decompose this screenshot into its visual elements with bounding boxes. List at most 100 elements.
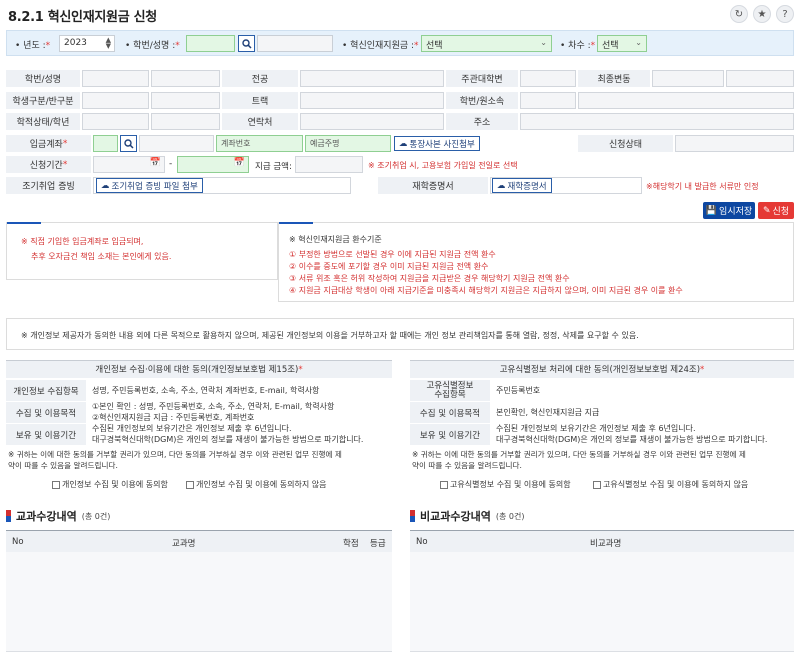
grant-label: • 혁신인재지원금 :* xyxy=(342,41,419,51)
courses-table-header xyxy=(6,530,392,552)
consent-left-purpose-line: ①본인 확인 : 성명, 주민등록번호, 소속, 주소, 연락처, E-mail… xyxy=(92,402,335,411)
courses-table-body xyxy=(6,552,392,652)
checkbox-icon[interactable] xyxy=(186,480,194,489)
student-search-button[interactable] xyxy=(238,35,255,52)
courses-col-name: 교과명 xyxy=(172,539,196,549)
consent-left-items-value: 성명, 주민등록번호, 소속, 주소, 연락처 계좌번호, E-mail, 학력… xyxy=(92,386,320,395)
consent-left-period-label: 보유 및 이용기간 xyxy=(6,424,86,446)
help-icon[interactable]: ? xyxy=(776,5,794,23)
header-actions: ↻ ★ ? xyxy=(730,5,794,23)
privacy-notice-text: ※ 개인정보 제공자가 동의한 내용 외에 다른 목적으로 활용하지 않으며, … xyxy=(21,331,639,340)
label-major: 전공 xyxy=(222,70,298,87)
apply-button[interactable]: ✎ 신청 xyxy=(758,202,794,219)
bank-name-field xyxy=(139,135,214,152)
year-label: • 년도 :* xyxy=(15,41,51,51)
deposit-notice: ※ 직접 기입한 입금계좌로 입금되며, 추후 오자금건 책임 소재는 본인에게… xyxy=(6,222,278,280)
consent-left-disagree-checkbox[interactable]: 개인정보 수집 및 이용에 동의하지 않음 xyxy=(186,479,326,490)
account-holder-input[interactable]: 예금주명 xyxy=(305,135,391,152)
section-marker-icon xyxy=(6,510,11,522)
chevron-down-icon: ⌄ xyxy=(540,38,547,47)
consent-right-items-label: 고유식별정보 수집항목 xyxy=(410,380,490,402)
period-end-input[interactable]: 📅 xyxy=(177,156,249,173)
consent-left-note: 약이 따를 수 있음을 알려드립니다. xyxy=(8,461,118,470)
label-contact: 연락처 xyxy=(222,113,298,130)
consent-left-note: ※ 귀하는 이에 대한 동의를 거부할 권리가 있으며, 다만 동의를 거부하실… xyxy=(8,450,342,459)
search-icon xyxy=(123,138,134,149)
consent-right-disagree-checkbox[interactable]: 고유식별정보 수집 및 이용에 동의하지 않음 xyxy=(593,479,748,490)
consent-right-agree-checkbox[interactable]: 고유식별정보 수집 및 이용에 동의함 xyxy=(440,479,571,490)
courses-col-credit: 학점 xyxy=(343,539,359,549)
dept-value-2 xyxy=(578,92,794,109)
notice-accent xyxy=(7,222,41,224)
cloud-upload-icon: ☁ xyxy=(101,180,110,191)
noncourses-count: (총 0건) xyxy=(495,511,525,521)
consent-left-period-line: 수집된 개인정보의 보유기간은 개인정보 제출 후 6년입니다. xyxy=(92,424,292,433)
address-value xyxy=(520,113,794,130)
courses-col-no: No xyxy=(12,537,24,547)
consent-right-note: ※ 귀하는 이에 대한 동의를 거부할 권리가 있으며, 다만 동의를 거부하실… xyxy=(412,450,746,459)
bankbook-upload-button[interactable]: ☁ 통장사본 사진첨부 xyxy=(394,136,480,151)
cloud-upload-icon: ☁ xyxy=(399,138,408,149)
label-apply-status: 신청상태 xyxy=(578,135,673,152)
search-bar: • 년도 :* 2023 ▲ ▼ • 학번/성명 :* • 혁신인재지원금 :* 선… xyxy=(6,30,794,56)
period-separator: - xyxy=(169,159,173,169)
consent-right-purpose-label: 수집 및 이용목적 xyxy=(410,402,490,424)
deposit-notice-line: ※ 직접 기입한 입금계좌로 입금되며, xyxy=(21,237,144,246)
student-id-name-value xyxy=(82,70,149,87)
consent-right-items-value: 주민등록번호 xyxy=(496,386,541,395)
consent-left-agree-checkbox[interactable]: 개인정보 수집 및 이용에 동의함 xyxy=(52,479,168,490)
employment-warning: ※ 조기취업 시, 고용보험 가입일 전일로 선택 xyxy=(368,161,518,170)
pencil-icon: ✎ xyxy=(762,205,771,216)
courses-count: (총 0건) xyxy=(81,511,111,521)
refresh-icon[interactable]: ↻ xyxy=(730,5,748,23)
grant-select[interactable]: 선택 ⌄ xyxy=(421,35,552,52)
consent-right-period-line: 수집된 개인정보의 보유기간은 개인정보 제출 후 6년입니다. xyxy=(496,424,696,433)
period-start-input[interactable]: 📅 xyxy=(93,156,165,173)
star-icon[interactable]: ★ xyxy=(753,5,771,23)
consent-left-purpose-label: 수집 및 이용목적 xyxy=(6,402,86,424)
year-stepper[interactable]: 2023 ▲ ▼ xyxy=(59,35,115,52)
bank-search-button[interactable] xyxy=(120,135,137,152)
checkbox-icon[interactable] xyxy=(52,480,60,489)
refund-criteria-line: ③ 서류 위조 혹은 허위 작성하여 지원금을 지급받은 경우 해당학기 지원금… xyxy=(289,274,570,283)
calendar-icon[interactable]: 📅 xyxy=(234,158,245,168)
label-main-major: 주관대학변 xyxy=(446,70,518,87)
temp-save-button[interactable]: 💾 임시저장 xyxy=(703,202,755,219)
label-account: 입금계좌 * xyxy=(6,135,91,152)
consent-right-period-line: 대구경북혁신대학(DGM)은 개인의 정보를 재생이 불가능한 방법으로 파기합… xyxy=(496,435,768,444)
early-proof-upload-button[interactable]: ☁ 조기취업 증빙 파일 첨부 xyxy=(96,178,203,193)
notice-accent xyxy=(279,222,313,224)
enroll-cert-upload-button[interactable]: ☁ 재학증명서 xyxy=(492,178,552,193)
consent-left-items-label: 개인정보 수집항목 xyxy=(6,380,86,402)
calendar-icon[interactable]: 📅 xyxy=(150,158,161,168)
save-icon: 💾 xyxy=(705,205,718,216)
checkbox-icon[interactable] xyxy=(440,480,448,489)
account-number-input[interactable]: 계좌번호 xyxy=(216,135,303,152)
consent-left-period-line: 대구경북혁신대학(DGM)은 개인의 정보를 재생이 불가능한 방법으로 파기합… xyxy=(92,435,364,444)
chevron-down-icon: ⌄ xyxy=(635,38,642,47)
bank-code-input[interactable] xyxy=(93,135,118,152)
major-value xyxy=(300,70,444,87)
consent-right-title: 고유식별정보 처리에 대한 동의(개인정보보호법 제24조)* xyxy=(410,360,794,378)
noncourses-col-no: No xyxy=(416,537,428,547)
noncourses-table-body xyxy=(410,552,794,652)
page-title: 8.2.1 혁신인재지원금 신청 xyxy=(8,10,157,25)
last-change-value xyxy=(652,70,724,87)
refund-criteria-notice: ※ 혁신인재지원금 환수기준 ① 부정한 방법으로 선발된 경우 이에 지급된 … xyxy=(278,222,794,302)
courses-section-title: 교과수강내역 (총 0건) xyxy=(6,508,110,524)
track-value xyxy=(300,92,444,109)
refund-criteria-line: ④ 지원금 지급대상 학생이 아래 지급기준을 미충족시 해당학기 지원금은 지… xyxy=(289,286,683,295)
student-id-input[interactable] xyxy=(186,35,235,52)
student-type-value xyxy=(82,92,149,109)
student-type-value-2 xyxy=(151,92,220,109)
enroll-warning: ※해당학기 내 발급한 서류만 인정 xyxy=(646,182,759,191)
apply-status-value xyxy=(675,135,794,152)
refund-criteria-heading: ※ 혁신인재지원금 환수기준 xyxy=(289,235,382,244)
dept-value xyxy=(520,92,576,109)
main-major-value xyxy=(520,70,576,87)
label-address: 주소 xyxy=(446,113,518,130)
refund-criteria-line: ② 이수를 중도에 포기할 경우 이미 지급된 지원금 전액 환수 xyxy=(289,262,489,271)
round-select[interactable]: 선택 ⌄ xyxy=(597,35,647,52)
checkbox-icon[interactable] xyxy=(593,480,601,489)
refund-criteria-line: ① 부정한 방법으로 선발된 경우 이에 지급된 지원금 전액 환수 xyxy=(289,250,496,259)
